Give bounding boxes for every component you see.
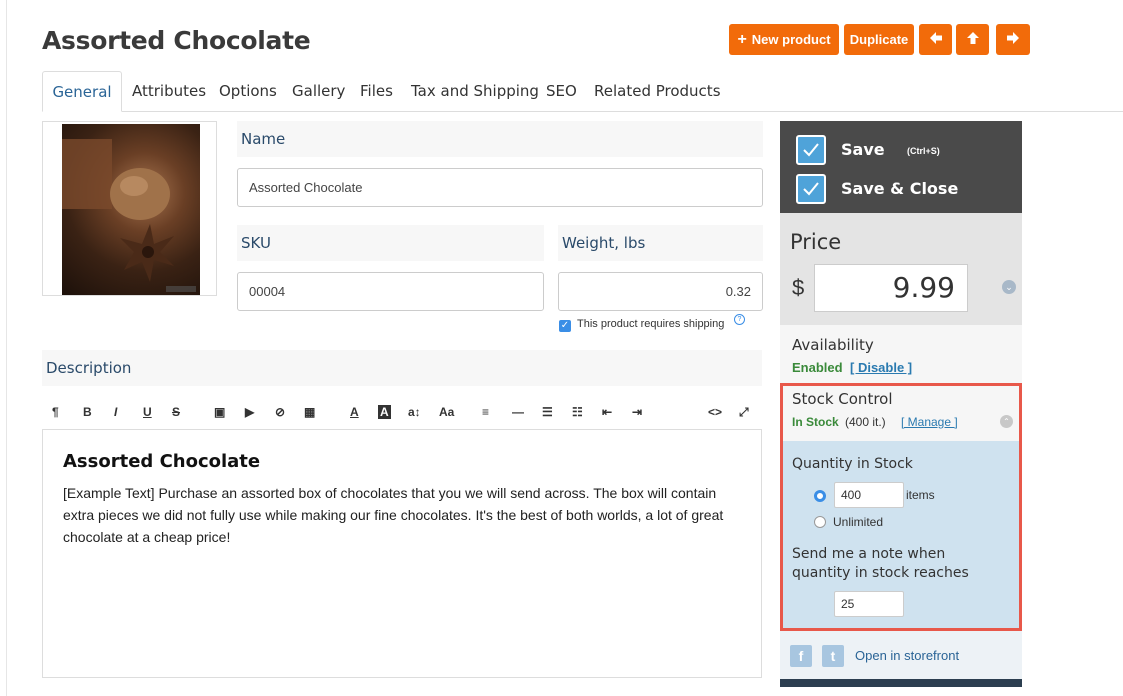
save-close-button[interactable]: Save & Close (841, 179, 958, 198)
save-button[interactable]: Save (841, 140, 885, 159)
link-icon[interactable]: ⊘ (275, 405, 285, 419)
product-image (62, 124, 200, 295)
open-storefront-link[interactable]: Open in storefront (855, 648, 959, 663)
price-panel: Price $ 9.99 ⌄ (780, 213, 1022, 325)
stock-settings: Quantity in Stock 400 items Unlimited Se… (783, 441, 1019, 628)
name-label: Name (237, 121, 763, 157)
unlimited-label: Unlimited (833, 515, 884, 529)
stock-control-panel: Stock Control In Stock (400 it.) [ Manag… (780, 383, 1022, 631)
indent-icon[interactable]: ⇥ (632, 405, 642, 419)
requires-shipping-checkbox[interactable]: ✓ (559, 320, 571, 332)
description-heading: Assorted Chocolate (63, 451, 261, 472)
note-quantity-input[interactable]: 25 (834, 591, 904, 617)
video-icon[interactable]: ▶ (245, 405, 254, 419)
note-label: Send me a note when quantity in stock re… (792, 546, 969, 581)
bullet-list-icon[interactable]: ☰ (542, 405, 553, 419)
quantity-unit: items (906, 488, 935, 502)
numbered-list-icon[interactable]: ☷ (572, 405, 583, 419)
font-size-icon[interactable]: Aa (439, 405, 454, 419)
price-input[interactable]: 9.99 (814, 264, 968, 312)
new-product-button[interactable]: + New product (729, 24, 839, 55)
unlimited-radio[interactable] (814, 516, 826, 528)
fullscreen-icon[interactable]: ⤢ (739, 405, 749, 420)
tab-related-products[interactable]: Related Products (594, 71, 721, 111)
next-button[interactable] (996, 24, 1030, 55)
strikethrough-icon[interactable]: S (172, 405, 180, 419)
quantity-label: Quantity in Stock (792, 456, 913, 472)
facebook-icon[interactable]: f (790, 645, 812, 667)
disable-link[interactable]: [ Disable ] (850, 360, 912, 375)
tab-general[interactable]: General (42, 71, 122, 112)
duplicate-label: Duplicate (849, 32, 909, 47)
sku-input[interactable]: 00004 (237, 272, 544, 311)
chevron-up-icon[interactable]: ⌃ (1000, 415, 1013, 428)
sku-label: SKU (237, 225, 544, 261)
previous-button[interactable] (919, 24, 952, 55)
editor-toolbar: ¶ B I U S ▣ ▶ ⊘ ▦ A A a↕ Aa ≡ — ☰ ☷ ⇤ ⇥ … (42, 398, 762, 428)
quantity-input[interactable]: 400 (834, 482, 904, 508)
name-input[interactable]: Assorted Chocolate (237, 168, 763, 207)
twitter-icon[interactable]: t (822, 645, 844, 667)
horizontal-rule-icon[interactable]: — (512, 405, 524, 419)
description-body: [Example Text] Purchase an assorted box … (63, 485, 724, 545)
tab-files[interactable]: Files (360, 71, 393, 111)
italic-icon[interactable]: I (114, 405, 117, 419)
bold-icon[interactable]: B (83, 405, 92, 419)
share-panel: Open in storefront (780, 631, 1022, 679)
weight-label: Weight, lbs (558, 225, 763, 261)
availability-panel: Availability Enabled [ Disable ] (780, 325, 1022, 383)
up-button[interactable] (956, 24, 989, 55)
quantity-radio[interactable] (814, 490, 826, 502)
save-shortcut: (Ctrl+S) (907, 146, 940, 156)
stock-count: (400 it.) (845, 415, 886, 429)
description-label: Description (42, 350, 762, 386)
arrow-up-icon (966, 31, 980, 48)
chevron-down-icon[interactable]: ⌄ (1002, 280, 1016, 294)
arrow-left-icon (929, 31, 943, 48)
manage-link[interactable]: [ Manage ] (901, 415, 958, 429)
availability-status: Enabled (792, 360, 843, 375)
tab-options[interactable]: Options (219, 71, 277, 111)
plus-icon: + (737, 30, 747, 48)
font-color-icon[interactable]: A (350, 405, 359, 419)
tab-gallery[interactable]: Gallery (292, 71, 345, 111)
tab-attributes[interactable]: Attributes (132, 71, 206, 111)
align-icon[interactable]: ≡ (482, 405, 489, 419)
tab-tax-shipping[interactable]: Tax and Shipping (411, 71, 539, 111)
page-title: Assorted Chocolate (42, 26, 311, 55)
panel-bottom-bar (780, 679, 1022, 687)
help-icon[interactable]: ? (734, 314, 745, 325)
weight-input[interactable]: 0.32 (558, 272, 763, 311)
image-icon[interactable]: ▣ (214, 405, 225, 419)
currency-symbol: $ (792, 275, 805, 300)
left-border (6, 0, 7, 696)
stock-control-label: Stock Control (792, 390, 893, 408)
new-product-label: New product (751, 32, 831, 47)
background-color-icon[interactable]: A (378, 405, 391, 419)
paragraph-icon[interactable]: ¶ (52, 405, 59, 419)
availability-label: Availability (792, 336, 874, 354)
table-icon[interactable]: ▦ (304, 405, 315, 419)
price-label: Price (790, 230, 842, 254)
save-check-icon[interactable] (796, 135, 826, 165)
line-height-icon[interactable]: a↕ (408, 405, 421, 419)
requires-shipping-label: This product requires shipping (577, 318, 725, 330)
tab-seo[interactable]: SEO (546, 71, 577, 111)
outdent-icon[interactable]: ⇤ (602, 405, 612, 419)
stock-status: In Stock (792, 415, 839, 429)
underline-icon[interactable]: U (143, 405, 152, 419)
product-image-frame[interactable] (42, 121, 217, 296)
duplicate-button[interactable]: Duplicate (844, 24, 914, 55)
save-panel: Save (Ctrl+S) Save & Close (780, 121, 1022, 213)
save-close-check-icon[interactable] (796, 174, 826, 204)
tab-bar: General Attributes Options Gallery Files… (42, 71, 1123, 112)
description-editor[interactable]: Assorted Chocolate [Example Text] Purcha… (42, 429, 762, 678)
code-view-icon[interactable]: <> (708, 405, 722, 419)
arrow-right-icon (1006, 31, 1020, 48)
